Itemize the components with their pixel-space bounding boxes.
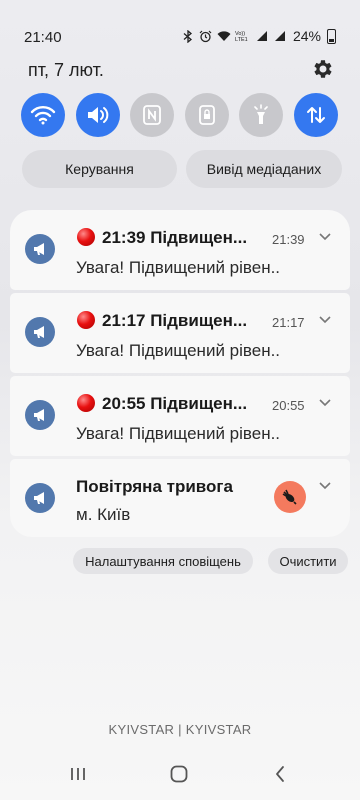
red-circle-icon bbox=[77, 311, 95, 329]
app-icon bbox=[25, 234, 55, 264]
notification-title: 21:17 Підвищен... bbox=[102, 311, 248, 330]
bluetooth-icon bbox=[181, 29, 195, 43]
notification-card[interactable]: 20:55 Підвищен... 20:55 Увага! Підвищени… bbox=[10, 376, 350, 456]
app-icon bbox=[25, 400, 55, 430]
flashlight-icon bbox=[254, 104, 268, 124]
back-button[interactable] bbox=[265, 762, 295, 786]
notification-title: 21:39 Підвищен... bbox=[102, 228, 248, 247]
qs-nfc-button[interactable] bbox=[130, 93, 174, 137]
signal-icon bbox=[255, 29, 269, 43]
notification-title: 20:55 Підвищен... bbox=[102, 394, 248, 413]
home-icon bbox=[170, 765, 188, 783]
qs-wifi-button[interactable] bbox=[21, 93, 65, 137]
status-time: 21:40 bbox=[24, 29, 62, 46]
recents-button[interactable] bbox=[63, 762, 93, 786]
svg-text:LTE1: LTE1 bbox=[235, 37, 248, 42]
recents-icon bbox=[71, 768, 85, 780]
back-icon bbox=[276, 766, 284, 782]
volte-icon: Vo)) LTE1 bbox=[235, 29, 251, 43]
status-bar: 21:40 Vo)) LTE1 24% bbox=[0, 0, 360, 45]
data-transfer-icon bbox=[307, 107, 325, 123]
chevron-down-icon[interactable] bbox=[318, 315, 332, 325]
red-circle-icon bbox=[77, 228, 95, 246]
signal-icon bbox=[273, 29, 287, 43]
bomb-avatar bbox=[274, 481, 306, 513]
notification-time: 20:55 bbox=[272, 398, 305, 413]
controls-button[interactable]: Керування bbox=[22, 150, 177, 188]
qs-rotation-lock-button[interactable] bbox=[185, 93, 229, 137]
chevron-down-icon[interactable] bbox=[318, 232, 332, 242]
app-icon bbox=[25, 317, 55, 347]
wifi-icon bbox=[30, 106, 56, 125]
quick-settings bbox=[0, 93, 360, 137]
notification-body: Увага! Підвищений рівен.. bbox=[76, 424, 281, 443]
nfc-icon bbox=[143, 105, 161, 125]
megaphone-icon bbox=[34, 326, 44, 338]
red-circle-icon bbox=[77, 394, 95, 412]
alarm-icon bbox=[199, 29, 213, 43]
notification-time: 21:39 bbox=[272, 232, 305, 247]
volume-icon bbox=[88, 107, 109, 123]
notification-card[interactable]: 21:17 Підвищен... 21:17 Увага! Підвищени… bbox=[10, 293, 350, 373]
settings-button[interactable] bbox=[311, 57, 335, 81]
notification-body: м. Київ bbox=[76, 505, 131, 524]
qs-mobile-data-button[interactable] bbox=[294, 93, 338, 137]
chevron-down-icon[interactable] bbox=[318, 481, 332, 491]
clear-button[interactable]: Очистити bbox=[268, 548, 348, 574]
megaphone-icon bbox=[34, 243, 44, 255]
notification-title: Повітряна тривога bbox=[76, 477, 233, 496]
status-icons: Vo)) LTE1 24% bbox=[181, 28, 336, 44]
megaphone-icon bbox=[34, 409, 44, 421]
gear-icon bbox=[314, 60, 332, 78]
carrier-label: KYIVSTAR | KYIVSTAR bbox=[108, 722, 252, 737]
battery-icon bbox=[327, 28, 336, 44]
notification-body: Увага! Підвищений рівен.. bbox=[76, 258, 281, 277]
notification-settings-button[interactable]: Налаштування сповіщень bbox=[73, 548, 253, 574]
date-label: пт, 7 лют. bbox=[28, 60, 104, 80]
home-button[interactable] bbox=[164, 762, 194, 786]
media-output-button[interactable]: Вивід медіаданих bbox=[186, 150, 342, 188]
notification-body: Увага! Підвищений рівен.. bbox=[76, 341, 281, 360]
navigation-bar bbox=[0, 752, 360, 800]
qs-sound-button[interactable] bbox=[76, 93, 120, 137]
notification-card[interactable]: 21:39 Підвищен... 21:39 Увага! Підвищени… bbox=[10, 210, 350, 290]
app-icon bbox=[25, 483, 55, 513]
qs-flashlight-button[interactable] bbox=[239, 93, 283, 137]
bomb-icon bbox=[282, 489, 297, 505]
chevron-down-icon[interactable] bbox=[318, 398, 332, 408]
notification-card[interactable]: Повітряна тривога м. Київ bbox=[10, 459, 350, 537]
notification-time: 21:17 bbox=[272, 315, 305, 330]
battery-percent: 24% bbox=[292, 28, 321, 44]
megaphone-icon bbox=[34, 492, 44, 504]
lock-icon bbox=[199, 105, 215, 125]
wifi-icon bbox=[217, 29, 231, 43]
